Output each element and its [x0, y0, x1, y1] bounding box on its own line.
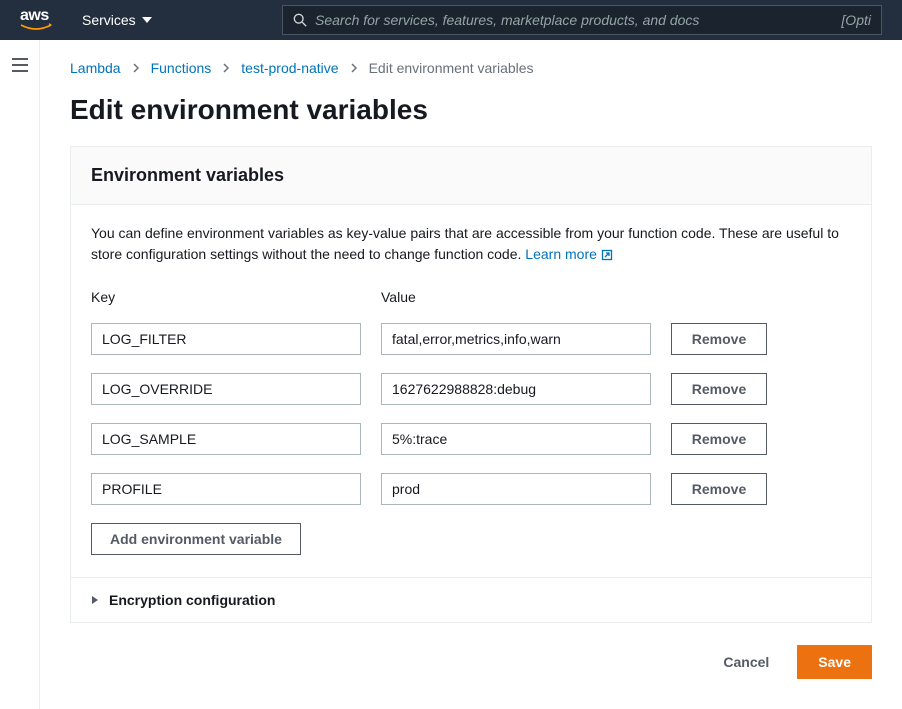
search-container[interactable]: [Opti	[282, 5, 882, 35]
save-button[interactable]: Save	[797, 645, 872, 679]
learn-more-link[interactable]: Learn more	[525, 244, 613, 265]
caret-down-icon	[142, 17, 152, 23]
breadcrumb: Lambda Functions test-prod-native Edit e…	[70, 60, 872, 76]
chevron-right-icon	[223, 63, 229, 73]
top-nav: aws Services [Opti	[0, 0, 902, 40]
caret-right-icon	[91, 595, 99, 605]
value-column-header: Value	[381, 289, 651, 305]
env-value-input[interactable]	[381, 473, 651, 505]
env-key-input[interactable]	[91, 473, 361, 505]
hamburger-icon[interactable]	[12, 58, 28, 72]
breadcrumb-current: Edit environment variables	[369, 60, 534, 76]
remove-button[interactable]: Remove	[671, 423, 767, 455]
footer-actions: Cancel Save	[70, 645, 872, 679]
env-vars-table: Key Value Remove Remove Remove Remove	[91, 289, 851, 505]
external-link-icon	[601, 249, 613, 261]
remove-button[interactable]: Remove	[671, 473, 767, 505]
env-value-input[interactable]	[381, 423, 651, 455]
page-title: Edit environment variables	[70, 94, 872, 126]
panel-title: Environment variables	[91, 165, 851, 186]
remove-button[interactable]: Remove	[671, 323, 767, 355]
cancel-button[interactable]: Cancel	[707, 646, 785, 678]
add-env-var-button[interactable]: Add environment variable	[91, 523, 301, 555]
services-menu[interactable]: Services	[82, 12, 152, 28]
remove-button[interactable]: Remove	[671, 373, 767, 405]
env-key-input[interactable]	[91, 373, 361, 405]
env-vars-panel: Environment variables You can define env…	[70, 146, 872, 623]
panel-description: You can define environment variables as …	[91, 223, 851, 265]
env-key-input[interactable]	[91, 423, 361, 455]
encryption-config-section[interactable]: Encryption configuration	[71, 577, 871, 622]
breadcrumb-function-name[interactable]: test-prod-native	[241, 60, 338, 76]
sidebar-toggle	[0, 40, 40, 709]
breadcrumb-functions[interactable]: Functions	[151, 60, 212, 76]
panel-header: Environment variables	[71, 147, 871, 205]
panel-body: You can define environment variables as …	[71, 205, 871, 577]
aws-smile-icon	[20, 23, 52, 33]
env-value-input[interactable]	[381, 323, 651, 355]
env-value-input[interactable]	[381, 373, 651, 405]
chevron-right-icon	[351, 63, 357, 73]
encryption-config-label: Encryption configuration	[109, 592, 275, 608]
main-content: Lambda Functions test-prod-native Edit e…	[40, 40, 902, 709]
env-key-input[interactable]	[91, 323, 361, 355]
chevron-right-icon	[133, 63, 139, 73]
breadcrumb-lambda[interactable]: Lambda	[70, 60, 121, 76]
aws-logo[interactable]: aws	[20, 7, 52, 33]
key-column-header: Key	[91, 289, 361, 305]
search-input[interactable]	[307, 12, 841, 28]
search-icon	[293, 13, 307, 27]
search-hint: [Opti	[841, 12, 871, 28]
services-label: Services	[82, 12, 136, 28]
